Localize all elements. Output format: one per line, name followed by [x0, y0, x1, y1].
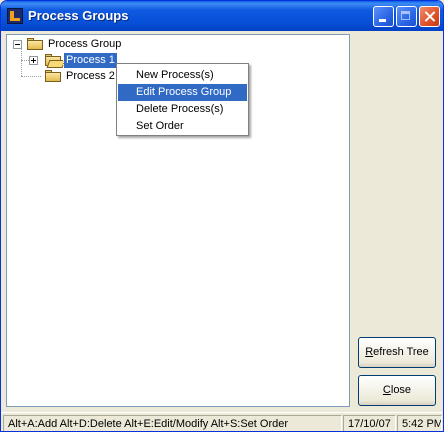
window-title: Process Groups — [28, 8, 129, 23]
status-date: 17/10/07 — [343, 415, 396, 431]
tree-connector-line — [21, 76, 41, 77]
refresh-label: efresh Tree — [373, 346, 429, 358]
refresh-mnemonic: R — [365, 346, 374, 358]
close-label: lose — [390, 384, 412, 396]
folder-icon — [45, 70, 61, 82]
menu-item-delete-process[interactable]: Delete Process(s) — [118, 101, 247, 118]
menu-item-edit-process-group[interactable]: Edit Process Group — [118, 84, 247, 101]
close-mnemonic: C — [382, 384, 391, 396]
maximize-icon[interactable] — [396, 6, 417, 27]
menu-item-new-process[interactable]: New Process(s) — [118, 67, 247, 84]
expand-plus-icon[interactable] — [29, 56, 38, 65]
folder-open-icon — [45, 54, 61, 66]
close-button[interactable]: Close — [358, 375, 436, 406]
process-groups-window: Process Groups Process Group Process 1 P… — [0, 0, 444, 432]
minimize-icon[interactable] — [373, 6, 394, 27]
tree-connector-line — [21, 60, 29, 61]
tree-node-label[interactable]: Process Group — [48, 37, 121, 52]
menu-item-set-order[interactable]: Set Order — [118, 118, 247, 135]
refresh-tree-button[interactable]: Refresh Tree — [358, 337, 436, 368]
status-shortcuts: Alt+A:Add Alt+D:Delete Alt+E:Edit/Modify… — [3, 415, 342, 431]
context-menu: New Process(s) Edit Process Group Delete… — [116, 63, 249, 136]
folder-icon — [27, 38, 43, 50]
status-time: 5:42 PM — [397, 415, 442, 431]
title-bar[interactable]: Process Groups — [1, 1, 443, 31]
tree-node-label[interactable]: Process 1 — [63, 52, 118, 69]
app-icon[interactable] — [7, 8, 23, 24]
tree-connector-line — [21, 49, 22, 76]
collapse-minus-icon[interactable] — [13, 40, 22, 49]
close-icon[interactable] — [419, 6, 440, 27]
tree-node-label[interactable]: Process 2 — [66, 69, 115, 84]
status-bar: Alt+A:Add Alt+D:Delete Alt+E:Edit/Modify… — [1, 412, 443, 431]
